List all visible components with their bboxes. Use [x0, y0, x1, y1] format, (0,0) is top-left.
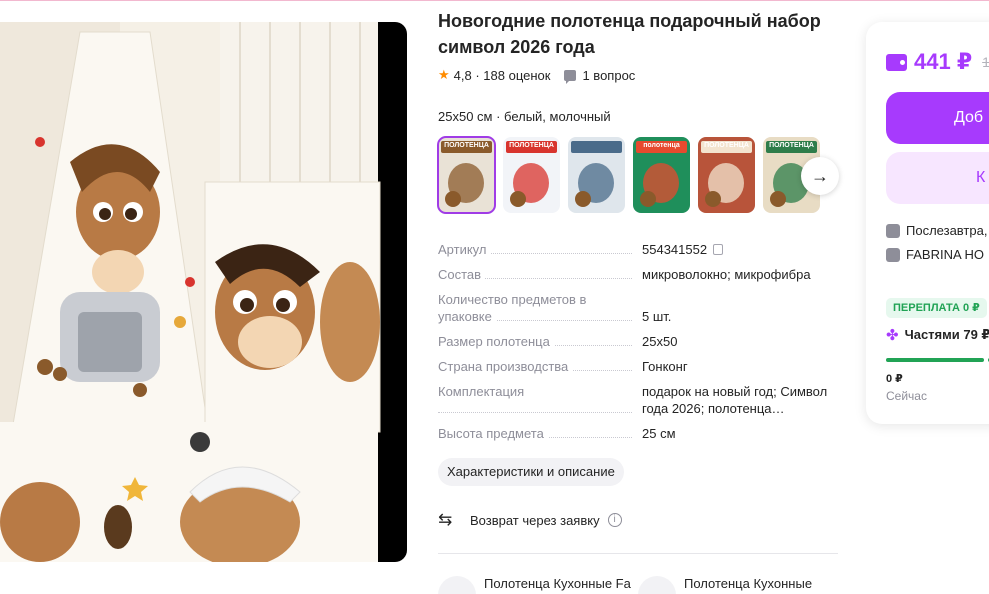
thumbnail-image — [568, 137, 625, 213]
delivery-row[interactable]: Послезавтра, — [886, 223, 987, 238]
delivery-date: Послезавтра, — [906, 223, 988, 238]
seller-name: FABRINA HO — [906, 247, 985, 262]
price-row: 441 ₽ 1 — [886, 49, 989, 75]
related-product-label: Полотенца Кухонные — [684, 576, 813, 591]
spec-row: Размер полотенца 25x50 — [438, 333, 838, 350]
question-bubble-icon — [564, 69, 577, 84]
star-icon: ★ — [438, 67, 450, 82]
specs-table: Артикул 554341552 Состав микроволокно; м… — [438, 241, 838, 450]
return-arrows-icon: ⇆ — [438, 510, 453, 529]
thumbnail-2[interactable]: ПОЛОТЕНЦА — [503, 137, 560, 213]
spec-row: Артикул 554341552 — [438, 241, 838, 258]
installments-label: Частями 79 ₽ — [904, 327, 989, 342]
related-product-icon — [638, 576, 676, 594]
thumbnail-caption: ПОЛОТЕНЦА — [444, 142, 489, 149]
copy-icon[interactable] — [713, 244, 724, 255]
old-price: 1 — [982, 54, 989, 70]
spec-value: микроволокно; микрофибра — [642, 267, 811, 282]
seller-row[interactable]: FABRINA HO — [886, 247, 984, 262]
next-thumbnails-button[interactable]: → — [801, 157, 839, 195]
now-amount: 0 ₽ — [886, 373, 903, 385]
thumbnail-caption: ПОЛОТЕНЦА — [704, 142, 749, 149]
overpay-badge: ПЕРЕПЛАТА 0 ₽ — [886, 298, 987, 318]
return-label: Возврат через заявку — [470, 512, 600, 528]
thumbnail-4[interactable]: полотенца — [633, 137, 690, 213]
box-icon — [886, 223, 900, 238]
spec-value-article: 554341552 — [642, 242, 708, 257]
spec-value: 5 шт. — [642, 309, 672, 324]
divider — [438, 553, 838, 554]
spec-row: Состав микроволокно; микрофибра — [438, 266, 838, 283]
thumbnail-3[interactable] — [568, 137, 625, 213]
buy-now-button[interactable]: К — [886, 152, 989, 204]
thumbnail-1[interactable]: ПОЛОТЕНЦА — [437, 136, 496, 214]
spec-row: Количество предметов в упаковке 5 шт. — [438, 291, 838, 325]
reviews-count[interactable]: 188 оценок — [483, 68, 550, 83]
variant-label: 25x50 см · белый, молочный — [438, 109, 611, 124]
product-title: Новогодние полотенца подарочный набор си… — [438, 11, 821, 57]
spec-key: Состав — [438, 267, 486, 282]
installment-progress-segment — [886, 358, 984, 362]
spec-key: Страна производства — [438, 359, 573, 374]
spec-value: Гонконг — [642, 359, 688, 374]
spec-key: Комплектация — [438, 384, 529, 399]
spec-value: 25x50 — [642, 334, 678, 349]
spec-key: Количество предметов в упаковке — [438, 292, 587, 324]
arrow-right-icon: → — [811, 165, 829, 186]
clover-icon: ✤ — [886, 327, 899, 344]
add-to-cart-button[interactable]: Доб — [886, 92, 989, 144]
thumbnail-5[interactable]: ПОЛОТЕНЦА — [698, 137, 755, 213]
thumbnail-caption: полотенца — [643, 142, 680, 149]
spec-value: 25 см — [642, 426, 676, 441]
spec-row: Высота предмета 25 см — [438, 425, 838, 442]
related-product-label: Полотенца Кухонные Fa — [484, 576, 631, 591]
return-policy-row: ⇆ Возврат через заявку i — [438, 510, 622, 530]
now-label: Сейчас — [886, 389, 927, 403]
spec-value: подарок на новый год; Символ года 2026; … — [642, 384, 828, 416]
thumbnail-caption: ПОЛОТЕНЦА — [769, 142, 814, 149]
spec-key: Артикул — [438, 242, 491, 257]
shop-icon — [886, 247, 900, 262]
thumbnail-strip: ПОЛОТЕНЦА ПОЛОТЕНЦА полотенца ПОЛОТЕНЦА ПОЛО… — [437, 136, 820, 214]
related-product-2[interactable]: Полотенца Кухонные — [638, 576, 812, 594]
info-icon[interactable]: i — [607, 513, 622, 527]
main-product-image[interactable] — [0, 22, 407, 562]
product-photo-illustration — [0, 22, 407, 562]
spec-row: Комплектация подарок на новый год; Симво… — [438, 383, 838, 417]
spec-row: Страна производства Гонконг — [438, 358, 838, 375]
related-product-1[interactable]: Полотенца Кухонные Fa — [438, 576, 631, 594]
rating-value: 4,8 — [453, 67, 472, 83]
top-border — [0, 0, 989, 1]
buy-card: 441 ₽ 1 Доб К Послезавтра, FABRINA HO ПЕ… — [866, 22, 989, 424]
description-button[interactable]: Характеристики и описание — [438, 458, 624, 486]
spec-key: Высота предмета — [438, 426, 548, 441]
rating-row[interactable]: ★ 4,8 · 188 оценок 1 вопрос — [438, 67, 635, 84]
installments-row[interactable]: ✤ Частями 79 ₽ — [886, 326, 989, 344]
thumbnail-caption: ПОЛОТЕНЦА — [509, 142, 554, 149]
wallet-icon — [886, 53, 907, 71]
price: 441 ₽ — [914, 49, 973, 74]
rating-separator: · — [471, 67, 484, 83]
questions-count[interactable]: 1 вопрос — [582, 68, 635, 83]
related-product-icon — [438, 576, 476, 594]
spec-key: Размер полотенца — [438, 334, 554, 349]
